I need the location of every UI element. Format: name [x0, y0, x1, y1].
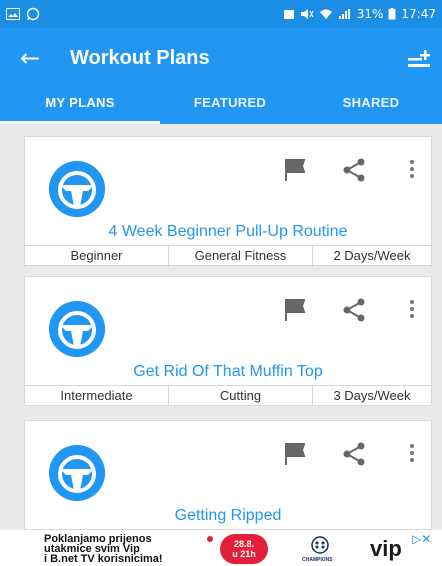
flag-icon[interactable]: [283, 157, 307, 181]
plan-level: Intermediate: [25, 386, 169, 407]
more-vert-icon[interactable]: [409, 443, 415, 463]
ad-banner[interactable]: Poklanjamo prijenos utakmice svim Vip i …: [0, 530, 442, 566]
app-logo-icon: [49, 301, 105, 357]
ad-date-badge: 28.8. u 21h: [220, 534, 268, 564]
share-icon[interactable]: [341, 157, 367, 183]
app-logo-icon: [49, 445, 105, 501]
plan-title[interactable]: Get Rid Of That Muffin Top: [25, 363, 431, 381]
plan-frequency: 2 Days/Week: [333, 248, 411, 263]
battery-percent: 31%: [356, 7, 384, 21]
back-arrow-icon[interactable]: ←: [0, 44, 60, 72]
whatsapp-icon: [26, 7, 40, 21]
mute-icon: [300, 9, 314, 19]
tab-my-plans[interactable]: MY PLANS: [0, 88, 160, 124]
more-vert-icon[interactable]: [409, 299, 415, 319]
share-icon[interactable]: [341, 297, 367, 323]
plan-goal: Cutting: [169, 386, 313, 407]
plan-tags: Intermediate Cutting 3 Days/Week: [25, 385, 431, 407]
plan-goal: General Fitness: [169, 246, 313, 267]
plan-list[interactable]: 4 Week Beginner Pull-Up Routine Beginner…: [0, 124, 442, 530]
app-bar: ← Workout Plans: [0, 28, 442, 88]
tab-featured[interactable]: FEATURED: [160, 88, 300, 124]
tab-bar: MY PLANS FEATURED SHARED: [0, 88, 442, 124]
plan-frequency: 3 Days/Week: [333, 388, 411, 403]
wifi-icon: [319, 9, 332, 19]
ad-brand-logo: vip: [370, 536, 402, 561]
ad-text: Poklanjamo prijenos utakmice svim Vip i …: [44, 533, 163, 565]
status-bar: 31% 17:47: [0, 0, 442, 28]
flag-icon[interactable]: [283, 297, 307, 321]
gallery-icon: [6, 8, 20, 20]
plan-title[interactable]: Getting Ripped: [25, 507, 431, 525]
share-icon[interactable]: [341, 441, 367, 467]
page-title: Workout Plans: [70, 46, 210, 69]
ad-close-icon[interactable]: ▷✕: [412, 532, 431, 546]
flag-icon[interactable]: [283, 441, 307, 465]
plan-card[interactable]: Getting Ripped: [24, 420, 432, 530]
add-list-icon[interactable]: [406, 46, 432, 70]
battery-icon: [388, 8, 396, 20]
ad-champions-label: CHAMPIONS: [302, 557, 333, 563]
alarm-icon: [283, 10, 294, 19]
plan-tags: Beginner General Fitness 2 Days/Week: [25, 245, 431, 267]
plan-card[interactable]: 4 Week Beginner Pull-Up Routine Beginner…: [24, 136, 432, 267]
signal-icon: [338, 9, 350, 19]
plan-title[interactable]: 4 Week Beginner Pull-Up Routine: [25, 223, 431, 241]
clock: 17:47: [401, 7, 436, 21]
tab-shared[interactable]: SHARED: [300, 88, 442, 124]
plan-card[interactable]: Get Rid Of That Muffin Top Intermediate …: [24, 276, 432, 407]
ad-dot-icon: [207, 536, 213, 542]
more-vert-icon[interactable]: [409, 159, 415, 179]
plan-level: Beginner: [25, 246, 169, 267]
app-logo-icon: [49, 161, 105, 217]
